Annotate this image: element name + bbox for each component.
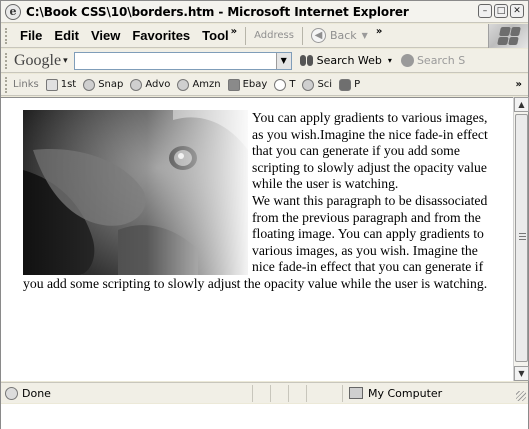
link-p[interactable]: P: [339, 78, 361, 91]
search-web-label: Search Web: [316, 54, 382, 67]
ie-page-icon: [130, 78, 143, 91]
scroll-up-button[interactable]: ▲: [514, 97, 529, 112]
ie-app-icon: e: [5, 3, 21, 20]
menu-view[interactable]: View: [91, 28, 120, 43]
menu-favorites[interactable]: Favorites: [132, 28, 190, 43]
search-site-icon: [400, 54, 414, 67]
links-overflow-chevron-icon[interactable]: »: [516, 79, 522, 90]
google-toolbar: Google ▾ ▼ Search Web ▾ Search S: [1, 49, 528, 73]
link-1st[interactable]: 1st: [45, 78, 77, 91]
links-label[interactable]: Links: [13, 79, 39, 90]
address-label[interactable]: Address: [254, 30, 294, 41]
toolbar-separator: [301, 26, 303, 45]
link-amzn[interactable]: Amzn: [177, 78, 221, 91]
minimize-button[interactable]: –: [478, 4, 492, 18]
link-label: T: [289, 79, 296, 90]
back-label: Back: [329, 29, 357, 42]
link-label: 1st: [60, 79, 77, 90]
ie-page-icon: [83, 78, 96, 91]
status-pane: [252, 384, 270, 402]
link-label: P: [354, 79, 361, 90]
status-pane: [288, 384, 306, 402]
ie-page-icon: [177, 78, 190, 91]
window-bottom-edge: [1, 404, 528, 429]
window-title: C:\Book CSS\10\borders.htm - Microsoft I…: [26, 4, 409, 19]
binoculars-icon: [299, 54, 314, 67]
link-snap[interactable]: Snap: [83, 78, 124, 91]
page-content[interactable]: You can apply gradients to various image…: [1, 97, 513, 381]
search-site-button[interactable]: Search S: [400, 54, 466, 67]
link-label: Advo: [145, 79, 171, 90]
link-sci[interactable]: Sci: [302, 78, 333, 91]
computer-icon: [349, 387, 363, 399]
ie-page-icon: [302, 78, 315, 91]
toolbar-grip[interactable]: [5, 52, 8, 69]
google-search-input[interactable]: ▼: [73, 51, 292, 70]
search-web-dropdown-icon[interactable]: ▾: [388, 56, 392, 65]
resize-grip-icon[interactable]: [516, 391, 526, 401]
scroll-thumb[interactable]: [515, 114, 528, 362]
back-dropdown-icon[interactable]: ▼: [362, 31, 368, 40]
menu-bar: File Edit View Favorites Tool » Address …: [1, 24, 528, 48]
windows-logo: [488, 24, 528, 48]
link-label: Sci: [317, 79, 333, 90]
links-bar: Links 1st Snap Advo Amzn Ebay T Sci P »: [1, 74, 528, 96]
toolbar-separator: [245, 26, 247, 45]
scroll-grip-icon: [519, 233, 526, 240]
security-zone[interactable]: My Computer: [342, 384, 472, 402]
browser-window: e C:\Book CSS\10\borders.htm - Microsoft…: [0, 0, 529, 429]
back-arrow-icon: ◀: [310, 28, 326, 43]
close-button[interactable]: ✕: [510, 4, 524, 18]
page-body: You can apply gradients to various image…: [1, 98, 513, 293]
status-pane: [306, 384, 324, 402]
dog-image: [23, 110, 248, 275]
status-bar: Done My Computer: [1, 382, 528, 403]
windows-flag-icon: [496, 27, 521, 45]
scroll-down-button[interactable]: ▼: [514, 366, 529, 381]
link-ebay[interactable]: Ebay: [227, 78, 268, 91]
zone-label: My Computer: [368, 386, 443, 400]
link-label: Amzn: [192, 79, 221, 90]
window-controls: – □ ✕: [478, 4, 524, 18]
menu-tools[interactable]: Tool: [202, 28, 228, 43]
toolbar-grip[interactable]: [5, 76, 8, 93]
buttons-overflow-chevron-icon[interactable]: »: [376, 26, 382, 37]
search-site-label: Search S: [416, 54, 466, 67]
maximize-button[interactable]: □: [494, 4, 508, 18]
circle-arrow-icon: [274, 78, 287, 91]
toolbar-grip[interactable]: [5, 27, 8, 44]
paw-icon: [339, 78, 352, 91]
google-menu-dropdown-icon[interactable]: ▾: [63, 56, 68, 66]
status-pane: [270, 384, 288, 402]
title-bar: e C:\Book CSS\10\borders.htm - Microsoft…: [1, 1, 528, 23]
search-history-dropdown-icon[interactable]: ▼: [275, 52, 291, 69]
google-logo[interactable]: Google: [14, 52, 61, 70]
link-t[interactable]: T: [274, 78, 296, 91]
menu-overflow-chevron-icon[interactable]: »: [231, 26, 237, 37]
link-label: Snap: [98, 79, 124, 90]
search-web-button[interactable]: Search Web ▾: [299, 54, 392, 67]
menu-file[interactable]: File: [20, 28, 42, 43]
vertical-scrollbar[interactable]: ▲ ▼: [513, 97, 529, 381]
link-label: Ebay: [242, 79, 268, 90]
back-button[interactable]: ◀ Back ▼: [310, 28, 368, 43]
menu-edit[interactable]: Edit: [54, 28, 79, 43]
ie-page-icon: [5, 386, 18, 400]
link-advo[interactable]: Advo: [130, 78, 171, 91]
page-icon: [45, 78, 58, 91]
status-text: Done: [22, 386, 51, 400]
message-icon: [227, 78, 240, 91]
